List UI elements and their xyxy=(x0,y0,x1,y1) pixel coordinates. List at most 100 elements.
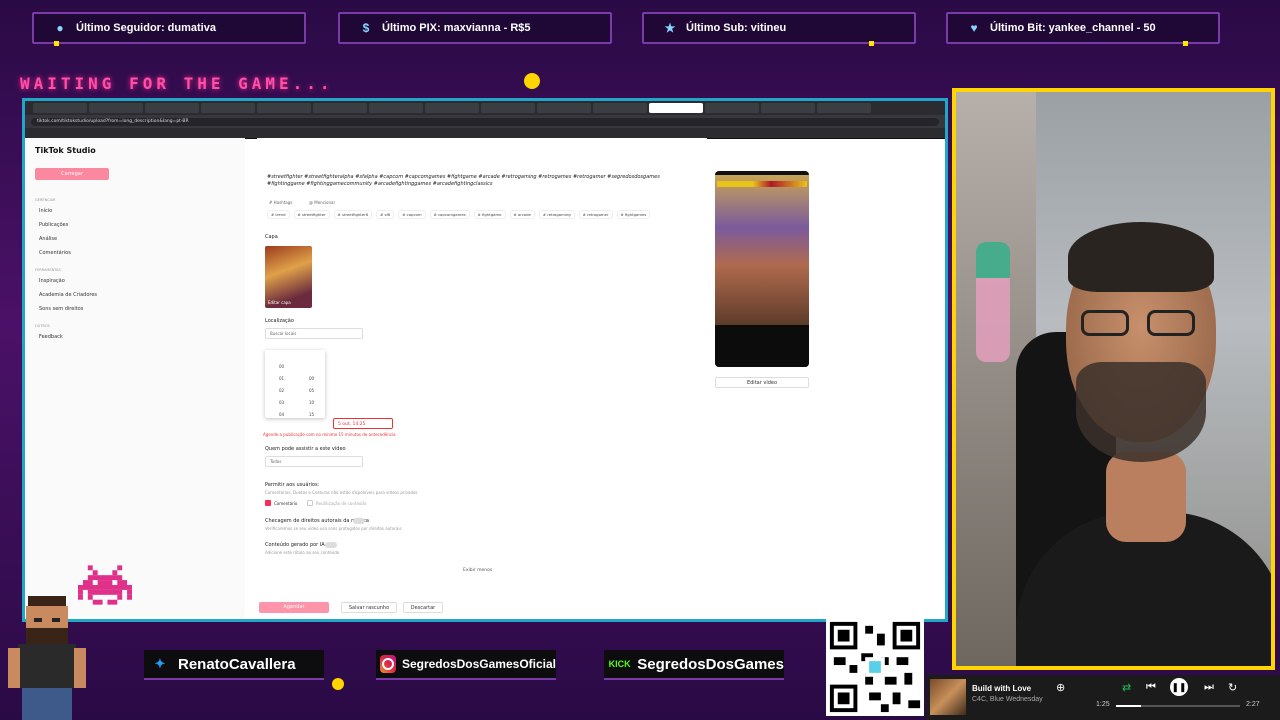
nav-item-sounds[interactable]: Sons sem direitos xyxy=(39,306,83,312)
time-option[interactable]: 10 xyxy=(309,400,314,405)
shuffle-icon[interactable]: ⇄ xyxy=(1122,681,1131,694)
nav-item-analytics[interactable]: Análise xyxy=(39,236,57,242)
album-art xyxy=(930,679,966,715)
track-title: Build with Love xyxy=(972,684,1032,693)
music-check-toggle[interactable] xyxy=(353,518,365,524)
social-twitter: ✦ RenatoCavallera xyxy=(144,650,324,680)
browser-tab[interactable] xyxy=(481,103,535,113)
alert-text: Último PIX: maxvianna - R$5 xyxy=(382,22,531,34)
next-icon[interactable]: ⏭ xyxy=(1204,681,1214,694)
upload-button[interactable]: Carregar xyxy=(35,168,109,180)
browser-tab[interactable] xyxy=(201,103,255,113)
nav-item-comments[interactable]: Comentários xyxy=(39,250,71,256)
qr-url-label: livepix.gg/segredosdosgames xyxy=(826,604,932,613)
social-handle: SegredosDosGamesOficial xyxy=(401,657,556,671)
nav-item-home[interactable]: Início xyxy=(39,208,52,214)
ai-content-toggle[interactable] xyxy=(325,542,337,548)
url-field[interactable]: tiktok.com/tiktokstudio/upload?from=long… xyxy=(31,117,939,126)
time-option[interactable]: 00 xyxy=(309,376,314,381)
video-preview[interactable] xyxy=(715,171,809,367)
browser-tabs xyxy=(25,101,945,115)
music-check-description: Verificaremos se seu vídeo usa sons prot… xyxy=(265,526,402,531)
progress-bar[interactable] xyxy=(1116,705,1240,707)
glasses xyxy=(1081,310,1201,338)
pause-icon[interactable]: ❚❚ xyxy=(1170,678,1188,696)
tiktok-logo[interactable]: TikTok Studio xyxy=(35,146,96,155)
alert-last-sub: ★ Último Sub: vitineu xyxy=(642,12,916,46)
figure-collectible xyxy=(976,242,1010,362)
game-health-bars xyxy=(717,181,807,187)
hashtag-chip[interactable]: # trend xyxy=(267,210,290,219)
tiktok-sidebar: TikTok Studio Carregar GERENCIAR Início … xyxy=(25,138,245,619)
previous-icon[interactable]: ⏮ xyxy=(1146,681,1156,694)
browser-tab[interactable] xyxy=(593,103,647,113)
browser-tab[interactable] xyxy=(33,103,87,113)
time-option[interactable]: 00 xyxy=(279,364,284,369)
cover-label: Capa xyxy=(265,234,278,240)
hashtag-chip[interactable]: # fightgame xyxy=(473,210,506,219)
hashtag-chip[interactable]: # capcomgames xyxy=(429,210,470,219)
schedule-button[interactable]: Agendar xyxy=(259,602,329,613)
add-icon[interactable]: ⊕ xyxy=(1056,681,1065,694)
description-field[interactable]: #streetfighter #streetfighteralpha #sfal… xyxy=(267,174,687,188)
hashtag-chip[interactable]: # arcade xyxy=(509,210,535,219)
repeat-icon[interactable]: ↻ xyxy=(1228,681,1237,694)
nav-item-feedback[interactable]: Feedback xyxy=(39,334,63,340)
browser-tab[interactable] xyxy=(425,103,479,113)
save-draft-button[interactable]: Salvar rascunho xyxy=(341,602,397,613)
audience-select[interactable]: Todos xyxy=(265,456,363,467)
hashtag-chip[interactable]: # capcom xyxy=(398,210,426,219)
address-bar: tiktok.com/tiktokstudio/upload?from=long… xyxy=(25,115,945,128)
nav-item-inspiration[interactable]: Inspiração xyxy=(39,278,65,284)
nav-item-posts[interactable]: Publicações xyxy=(39,222,68,228)
browser-tab[interactable] xyxy=(817,103,871,113)
mention-button[interactable]: @ Mencionar xyxy=(309,200,335,205)
hashtag-chip[interactable]: # retrogamer xyxy=(578,210,613,219)
browser-tab[interactable] xyxy=(313,103,367,113)
hashtag-chip[interactable]: # streetfighter xyxy=(293,210,330,219)
browser-window: tiktok.com/tiktokstudio/upload?from=long… xyxy=(22,98,948,622)
time-option[interactable]: 05 xyxy=(309,388,314,393)
instagram-icon xyxy=(380,655,396,673)
browser-tab[interactable] xyxy=(705,103,759,113)
hashtag-chip[interactable]: # streetfighter6 xyxy=(333,210,373,219)
hashtag-chip[interactable]: # sf6 xyxy=(376,210,395,219)
schedule-datetime-select[interactable]: 5 out, 14:25 xyxy=(333,418,393,429)
browser-tab[interactable] xyxy=(145,103,199,113)
location-search[interactable]: Buscar locais xyxy=(265,328,363,339)
browser-tab[interactable] xyxy=(257,103,311,113)
allow-comments-checkbox[interactable]: Comentário xyxy=(265,500,297,506)
social-handle: RenatoCavallera xyxy=(178,655,296,673)
heart-icon: ♥ xyxy=(970,21,978,35)
hashtag-chip[interactable]: # retrogaming xyxy=(538,210,575,219)
time-option[interactable]: 04 xyxy=(279,412,284,417)
alert-dot xyxy=(54,41,59,46)
discard-button[interactable]: Descartar xyxy=(403,602,443,613)
preview-nav-bar xyxy=(715,325,809,367)
browser-tab[interactable] xyxy=(537,103,591,113)
browser-tab[interactable] xyxy=(761,103,815,113)
hashtags-button[interactable]: # Hashtags xyxy=(269,200,292,205)
location-label: Localização xyxy=(265,318,294,324)
nav-item-academy[interactable]: Academia de Criadores xyxy=(39,292,97,298)
time-picker-dropdown[interactable]: 00 01 02 03 04 00 05 10 15 xyxy=(265,350,325,418)
browser-tab[interactable] xyxy=(89,103,143,113)
allow-reuse-checkbox[interactable]: Reutilização de conteúdo xyxy=(307,500,366,506)
nav-section-title: GERENCIAR xyxy=(35,198,56,202)
time-option[interactable]: 02 xyxy=(279,388,284,393)
show-less-link[interactable]: Exibir menos xyxy=(463,568,492,573)
time-option[interactable]: 01 xyxy=(279,376,284,381)
social-handle: SegredosDosGames xyxy=(637,655,784,673)
current-time: 1:25 xyxy=(1096,701,1110,708)
hashtag-chip[interactable]: # fightgames xyxy=(616,210,651,219)
cover-thumbnail[interactable]: Editar capa xyxy=(265,246,312,308)
alert-last-bit: ♥ Último Bit: yankee_channel - 50 xyxy=(946,12,1220,46)
time-option[interactable]: 15 xyxy=(309,412,314,417)
dollar-icon: $ xyxy=(362,21,370,35)
browser-tab-active[interactable] xyxy=(649,103,703,113)
time-option[interactable]: 03 xyxy=(279,400,284,405)
edit-video-button[interactable]: Editar vídeo xyxy=(715,377,809,388)
streamer-neck xyxy=(1106,452,1186,542)
star-icon: ★ xyxy=(664,21,676,35)
browser-tab[interactable] xyxy=(369,103,423,113)
